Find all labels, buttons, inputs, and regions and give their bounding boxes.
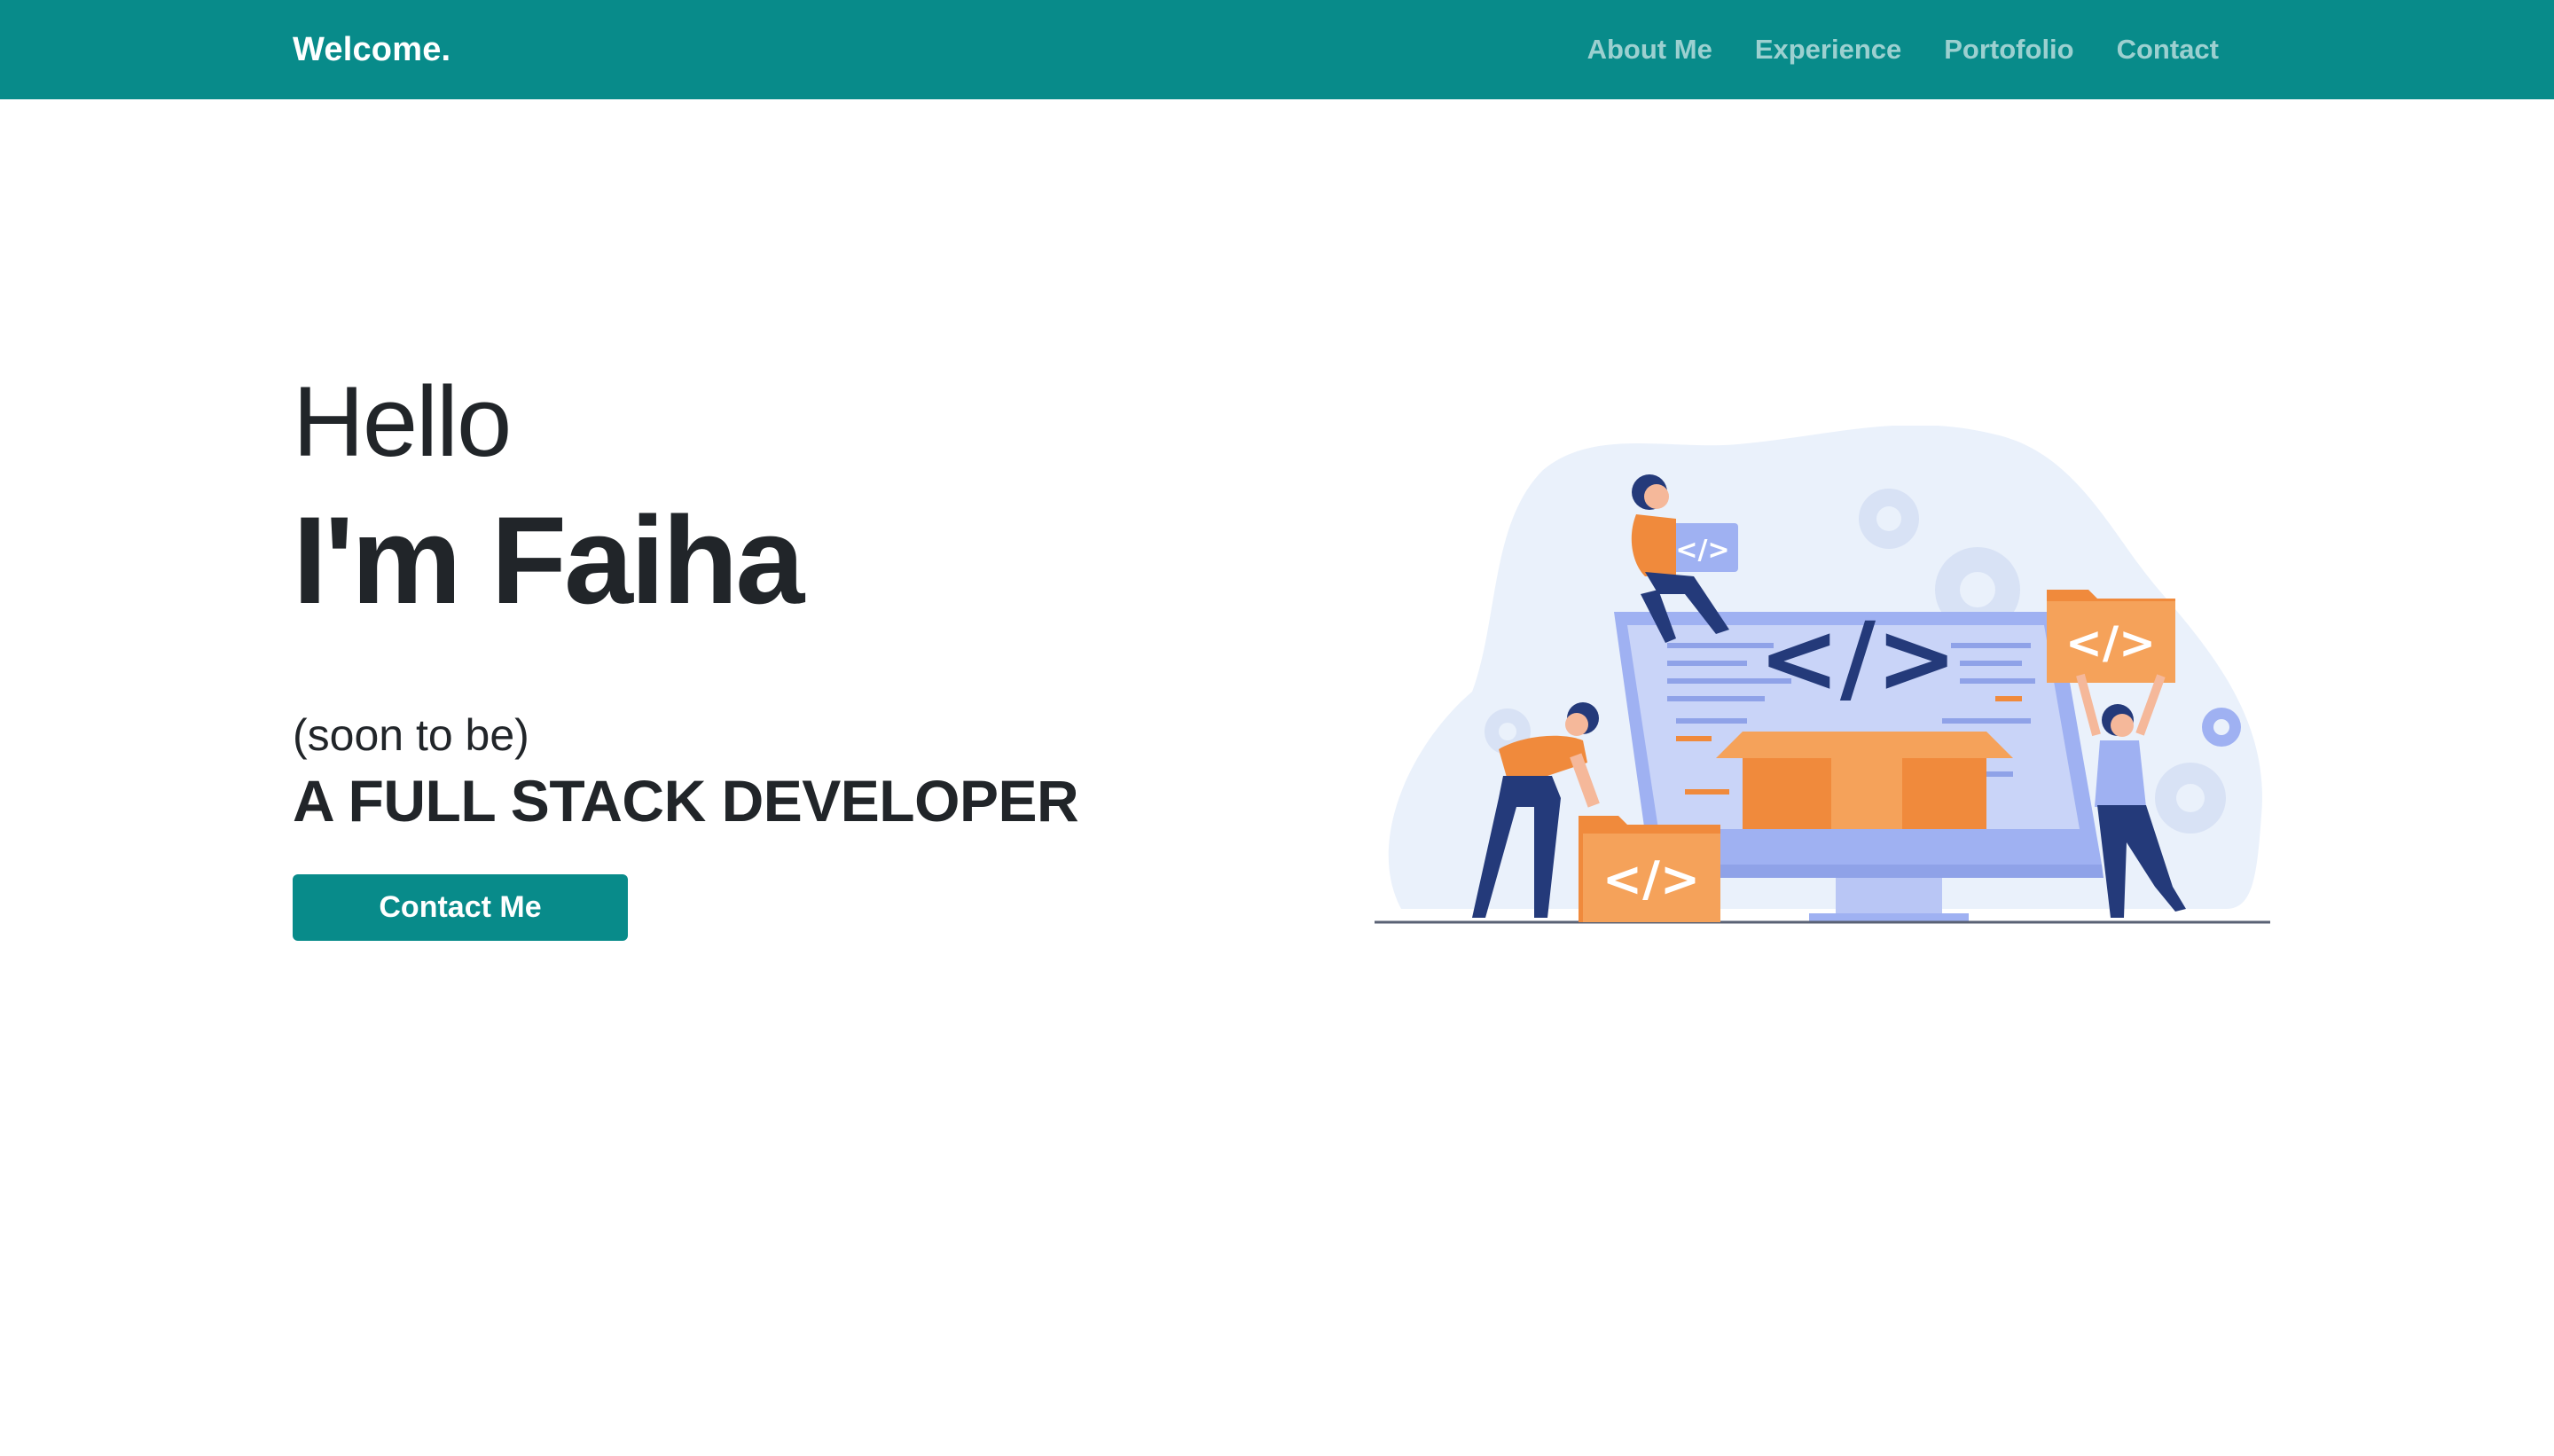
nav-item-about: About Me bbox=[1545, 0, 1712, 99]
developer-illustration: </> </> </> </> bbox=[1375, 426, 2270, 924]
hero-prefix: (soon to be) bbox=[293, 710, 529, 760]
folder-icon-left: </> bbox=[1579, 816, 1720, 922]
svg-text:</>: </> bbox=[1602, 851, 1700, 907]
code-tag-large: </> bbox=[1759, 601, 1958, 715]
hero-name: I'm Faiha bbox=[293, 490, 804, 630]
small-gear-icon bbox=[2202, 708, 2241, 747]
hero-role: A FULL STACK DEVELOPER bbox=[293, 768, 1079, 834]
folder-icon-right: </> bbox=[2047, 590, 2175, 683]
nav-item-portfolio: Portofolio bbox=[1901, 0, 2073, 99]
svg-text:</>: </> bbox=[1675, 535, 1729, 566]
nav-link-contact[interactable]: Contact bbox=[2074, 0, 2219, 99]
contact-me-button[interactable]: Contact Me bbox=[293, 874, 628, 941]
laptop-icon: </> bbox=[1667, 523, 1738, 572]
hero-greeting: Hello bbox=[293, 366, 512, 477]
nav-link-experience[interactable]: Experience bbox=[1712, 0, 1901, 99]
svg-text:</>: </> bbox=[2065, 617, 2156, 669]
nav-link-portofolio[interactable]: Portofolio bbox=[1901, 0, 2073, 99]
nav-links: About Me Experience Portofolio Contact bbox=[1545, 0, 2219, 99]
hero-section: Hello I'm Faiha (soon to be) A FULL STAC… bbox=[293, 372, 1268, 834]
top-navbar: Welcome. About Me Experience Portofolio … bbox=[0, 0, 2554, 99]
nav-link-about-me[interactable]: About Me bbox=[1545, 0, 1712, 99]
nav-item-contact: Contact bbox=[2074, 0, 2219, 99]
nav-item-experience: Experience bbox=[1712, 0, 1901, 99]
brand-link[interactable]: Welcome. bbox=[293, 0, 450, 99]
